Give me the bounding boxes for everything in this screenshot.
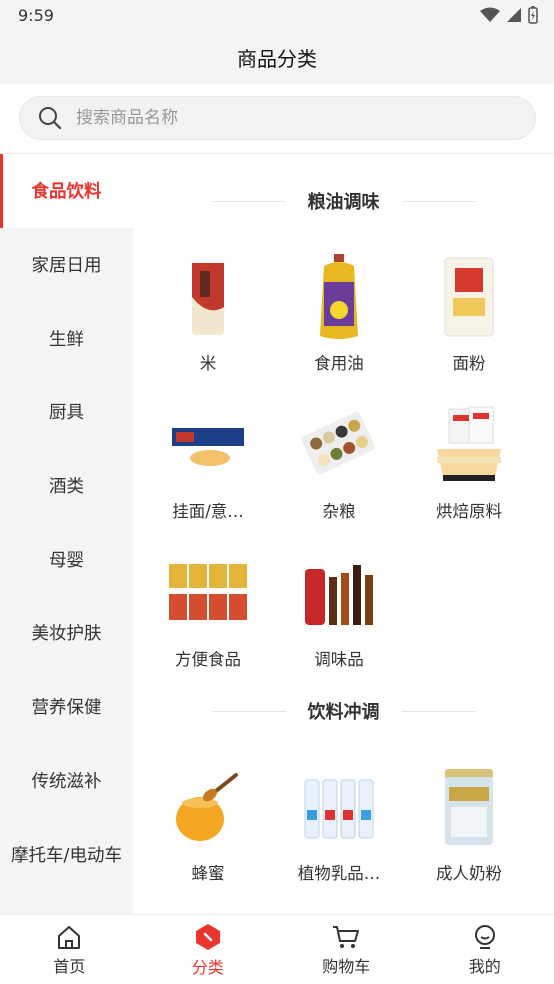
tab-profile[interactable]: 我的 (416, 915, 554, 984)
category-icon (195, 923, 220, 950)
product-item-instant-food[interactable]: 方便食品 (143, 548, 273, 670)
sidebar-item-food-drink[interactable]: 食品饮料 (0, 154, 133, 228)
sidebar-item-baby[interactable]: 母婴 (0, 522, 133, 596)
sidebar-item-nutrition[interactable]: 营养保健 (0, 670, 133, 744)
sidebar-item-beauty[interactable]: 美妆护肤 (0, 596, 133, 670)
search-bar (0, 84, 554, 154)
oil-bottle-icon (294, 252, 384, 342)
product-item-noodles[interactable]: 挂面/意… (143, 400, 273, 522)
sidebar-item-motorcycle[interactable]: 摩托车/电动车 (0, 817, 133, 891)
sidebar-item-household[interactable]: 家居日用 (0, 228, 133, 302)
grain-tray-icon (294, 400, 384, 490)
tab-home[interactable]: 首页 (0, 915, 139, 984)
page-title: 商品分类 (237, 46, 317, 71)
sidebar-item-kitchenware[interactable]: 厨具 (0, 375, 133, 449)
product-item-seasoning[interactable]: 调味品 (274, 548, 404, 670)
category-content: 粮油调味 米 食用油 面粉 挂面/意… 杂粮 烘焙原料 方便食品 调味品 饮料冲… (133, 154, 554, 914)
sidebar-item-fresh[interactable]: 生鲜 (0, 301, 133, 375)
home-icon (58, 925, 81, 949)
milk-bottles-icon (294, 762, 384, 852)
product-item-adult-milk-powder[interactable]: 成人奶粉 (404, 762, 534, 884)
product-item-rice[interactable]: 米 (143, 252, 273, 374)
section-title-beverages: 饮料冲调 (133, 698, 554, 724)
rice-bag-icon (163, 252, 253, 342)
instant-noodle-cups-icon (163, 548, 253, 638)
tab-cart[interactable]: 购物车 (277, 915, 416, 984)
divider-left (211, 710, 286, 712)
honey-jar-icon (163, 762, 253, 852)
search-input[interactable] (74, 107, 478, 129)
pasta-box-icon (163, 400, 253, 490)
divider-right (401, 710, 476, 712)
signal-icon (507, 8, 521, 22)
sidebar-item-tonic[interactable]: 传统滋补 (0, 744, 133, 818)
cake-icon (424, 400, 514, 490)
cart-icon (333, 925, 360, 948)
nav-bar: 商品分类 (0, 30, 554, 84)
product-item-baking[interactable]: 烘焙原料 (404, 400, 534, 522)
profile-icon (474, 924, 495, 949)
sauce-bottles-icon (294, 548, 384, 638)
product-item-flour[interactable]: 面粉 (404, 252, 534, 374)
status-bar: 9:59 (0, 0, 554, 30)
category-sidebar: 食品饮料 家居日用 生鲜 厨具 酒类 母婴 美妆护肤 营养保健 传统滋补 摩托车… (0, 154, 133, 914)
product-item-cooking-oil[interactable]: 食用油 (274, 252, 404, 374)
sidebar-item-liquor[interactable]: 酒类 (0, 449, 133, 523)
divider-left (211, 200, 286, 202)
bottom-tabbar: 首页 分类 购物车 我的 (0, 914, 554, 984)
wifi-icon (480, 7, 500, 22)
product-item-grains[interactable]: 杂粮 (274, 400, 404, 522)
status-time: 9:59 (18, 5, 54, 25)
divider-right (401, 200, 476, 202)
section-title-grain-oil: 粮油调味 (133, 188, 554, 214)
tab-category[interactable]: 分类 (139, 915, 278, 984)
product-item-honey[interactable]: 蜂蜜 (143, 762, 273, 884)
status-icons (480, 6, 538, 24)
search-box[interactable] (19, 96, 536, 140)
search-icon (39, 107, 62, 130)
flour-bag-icon (424, 252, 514, 342)
battery-icon (528, 6, 538, 24)
product-item-plant-milk[interactable]: 植物乳品… (274, 762, 404, 884)
milk-powder-can-icon (424, 762, 514, 852)
